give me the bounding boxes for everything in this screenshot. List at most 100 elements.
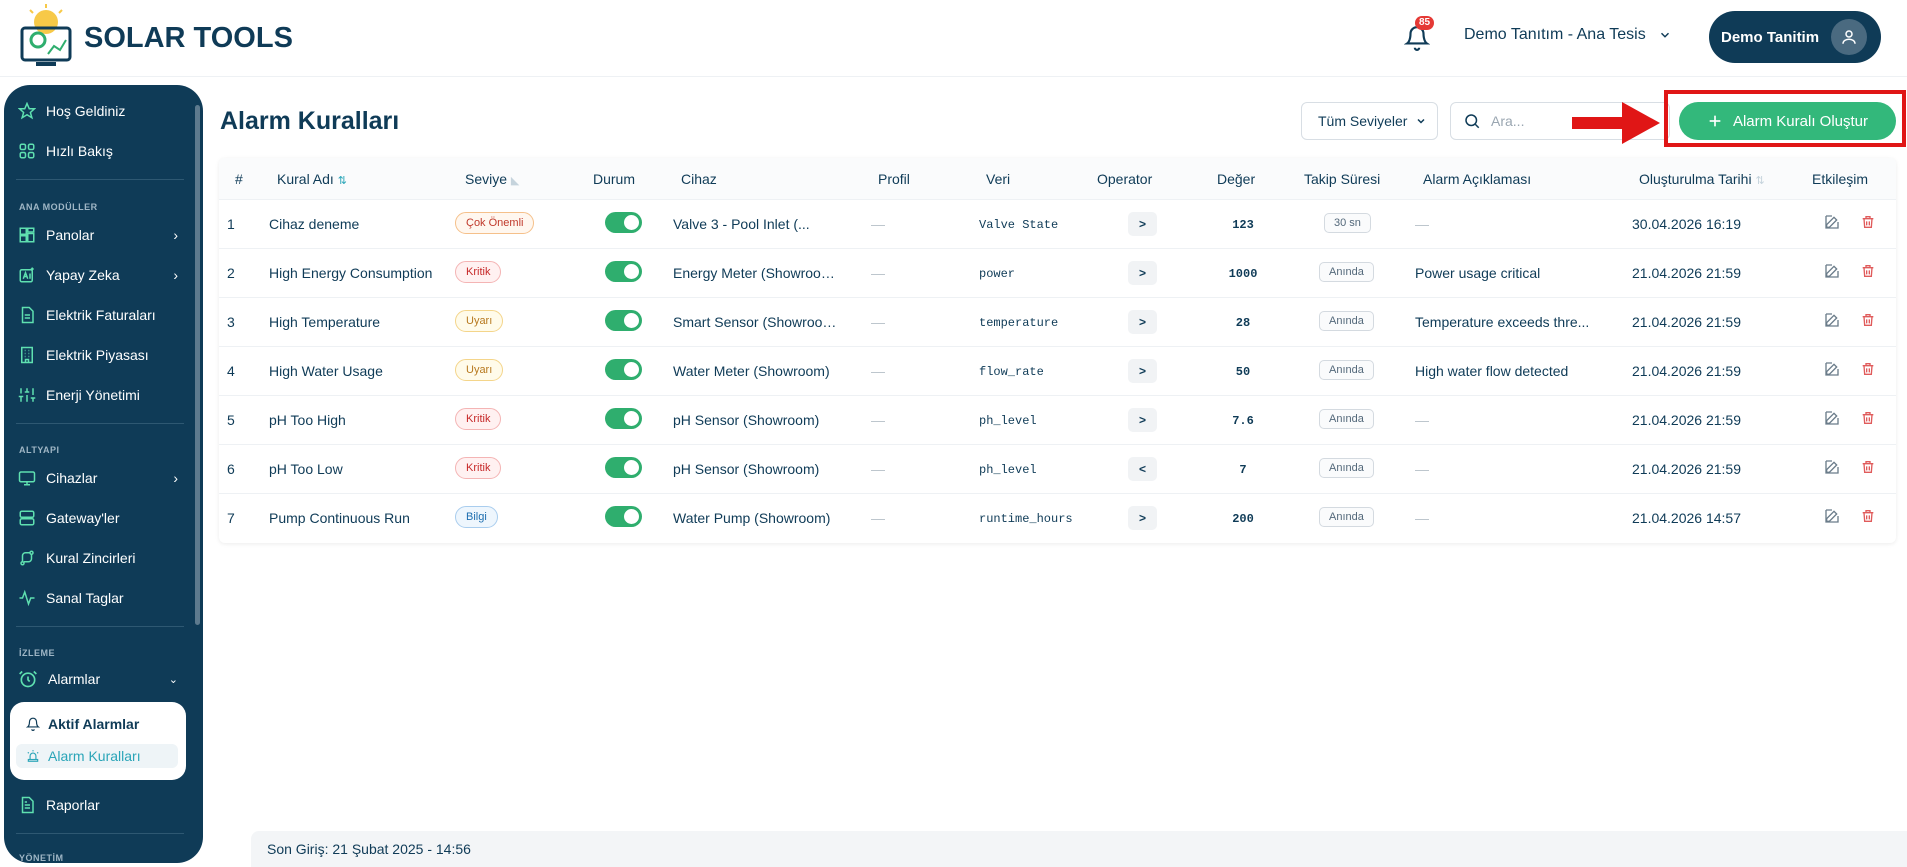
duration-badge: Anında: [1319, 458, 1374, 478]
column-header-created[interactable]: Oluşturulma Tarihi ⇅: [1639, 171, 1765, 187]
sidebar-item-label: Hızlı Bakış: [46, 143, 113, 159]
site-selector-label: Demo Tanıtım - Ana Tesis: [1464, 26, 1646, 43]
duration-badge: Anında: [1319, 507, 1374, 527]
trash-icon: [1862, 510, 1874, 522]
table-row[interactable]: 4 High Water Usage Uyarı Water Meter (Showr…: [219, 347, 1896, 396]
avatar: [1831, 19, 1867, 55]
cell-value: 7.6: [1232, 414, 1254, 428]
duration-badge: Anında: [1319, 360, 1374, 380]
delete-button[interactable]: [1860, 263, 1876, 284]
sidebar-item-gateways[interactable]: Gateway'ler: [18, 509, 178, 527]
table-row[interactable]: 3 High Temperature Uyarı Smart Sensor (Show…: [219, 298, 1896, 347]
cell-name: Pump Continuous Run: [269, 510, 410, 526]
edit-icon: [1825, 460, 1839, 474]
alarm-submenu: Aktif Alarmlar Alarm Kuralları: [10, 702, 186, 780]
edit-button[interactable]: [1824, 214, 1840, 235]
top-bar: SOLAR TOOLS 85 Demo Tanıtım - Ana Tesis …: [0, 0, 1907, 77]
alarm-clock-icon: [19, 670, 37, 688]
cell-description: —: [1415, 510, 1429, 526]
cell-name: High Energy Consumption: [269, 265, 433, 281]
status-toggle[interactable]: [605, 506, 642, 527]
status-toggle[interactable]: [605, 212, 642, 233]
table-row[interactable]: 2 High Energy Consumption Kritik Energy Met…: [219, 249, 1896, 298]
edit-button[interactable]: [1824, 263, 1840, 284]
trash-icon: [1862, 216, 1874, 228]
edit-button[interactable]: [1824, 312, 1840, 333]
column-header-operator: Operator: [1097, 171, 1153, 187]
sidebar-item-raporlar[interactable]: Raporlar: [18, 796, 178, 814]
sort-icon: ⇅: [1755, 175, 1765, 187]
table-row[interactable]: 5 pH Too High Kritik pH Sensor (Showroom) — p…: [219, 396, 1896, 445]
delete-button[interactable]: [1860, 410, 1876, 431]
sidebar-item-label: Sanal Taglar: [46, 590, 124, 606]
delete-button[interactable]: [1860, 508, 1876, 529]
edit-button[interactable]: [1824, 508, 1840, 529]
cell-description: —: [1415, 461, 1429, 477]
table-row[interactable]: 6 pH Too Low Kritik pH Sensor (Showroom) — ph…: [219, 445, 1896, 494]
delete-button[interactable]: [1860, 361, 1876, 382]
column-header-level[interactable]: Seviye ◣: [465, 171, 519, 187]
sidebar-item-sanal-taglar[interactable]: Sanal Taglar: [18, 589, 178, 607]
status-toggle[interactable]: [605, 261, 642, 282]
status-toggle[interactable]: [605, 457, 642, 478]
create-alarm-rule-button[interactable]: Alarm Kuralı Oluştur: [1679, 102, 1896, 140]
table-row[interactable]: 7 Pump Continuous Run Bilgi Water Pump (Sho…: [219, 494, 1896, 543]
status-toggle[interactable]: [605, 359, 642, 380]
sidebar-item-elektrik-faturalari[interactable]: Elektrik Faturaları: [18, 306, 178, 324]
sidebar-item-panolar[interactable]: Panolar ›: [18, 226, 178, 244]
sidebar-item-alarmlar[interactable]: Alarmlar ⌄: [18, 669, 178, 689]
delete-button[interactable]: [1860, 459, 1876, 480]
notifications-button[interactable]: 85: [1403, 16, 1435, 54]
sidebar-subitem-label: Alarm Kuralları: [48, 748, 141, 764]
sidebar-item-label: Panolar: [46, 227, 95, 243]
cell-profile: —: [871, 314, 885, 330]
ai-icon: [19, 267, 34, 283]
level-badge: Kritik: [455, 408, 502, 430]
trash-icon: [1862, 363, 1874, 375]
operator-badge: >: [1128, 359, 1157, 383]
dashboard-icon: [19, 227, 35, 243]
sidebar-item-elektrik-piyasasi[interactable]: Elektrik Piyasası: [18, 346, 178, 364]
user-menu-button[interactable]: Demo Tanitim: [1709, 11, 1881, 63]
sidebar-item-label: Elektrik Faturaları: [46, 307, 156, 323]
user-icon: [1842, 30, 1856, 44]
cell-data: temperature: [979, 316, 1059, 330]
site-selector[interactable]: Demo Tanıtım - Ana Tesis: [1464, 26, 1672, 44]
sidebar-item-hos-geldiniz[interactable]: Hoş Geldiniz: [18, 102, 178, 120]
cell-created-date: 21.04.2026 21:59: [1632, 265, 1741, 281]
cell-no: 7: [227, 510, 235, 526]
edit-button[interactable]: [1824, 459, 1840, 480]
plus-icon: [1709, 115, 1721, 127]
cell-profile: —: [871, 461, 885, 477]
status-toggle[interactable]: [605, 408, 642, 429]
delete-button[interactable]: [1860, 312, 1876, 333]
edit-button[interactable]: [1824, 361, 1840, 382]
delete-button[interactable]: [1860, 214, 1876, 235]
red-arrow-annotation-icon: [1572, 102, 1660, 144]
sidebar-item-cihazlar[interactable]: Cihazlar ›: [18, 469, 178, 487]
cell-created-date: 21.04.2026 21:59: [1632, 314, 1741, 330]
cell-name: pH Too Low: [269, 461, 343, 477]
status-toggle[interactable]: [605, 310, 642, 331]
sidebar-divider: [16, 423, 184, 424]
logo[interactable]: SOLAR TOOLS: [18, 4, 293, 72]
column-header-name[interactable]: Kural Adı ⇅: [277, 171, 347, 187]
sidebar-subitem-alarm-kurallari[interactable]: Alarm Kuralları: [16, 744, 178, 768]
cell-device: pH Sensor (Showroom): [673, 461, 820, 477]
level-badge: Uyarı: [455, 310, 504, 332]
sidebar-subitem-aktif-alarmlar[interactable]: Aktif Alarmlar: [26, 716, 139, 732]
sidebar-item-enerji-yonetimi[interactable]: Enerji Yönetimi: [18, 386, 178, 404]
edit-icon: [1825, 411, 1839, 425]
table-row[interactable]: 1 Cihaz deneme Çok Önemli Valve 3 - Pool In…: [219, 200, 1896, 249]
chevron-down-icon: [1417, 118, 1425, 124]
sidebar-item-yapay-zeka[interactable]: Yapay Zeka ›: [18, 266, 178, 284]
level-filter-select[interactable]: Tüm Seviyeler: [1301, 102, 1438, 140]
sort-icon: ⇅: [337, 175, 347, 187]
sidebar-item-kural-zincirleri[interactable]: Kural Zincirleri: [18, 549, 178, 567]
siren-icon: [27, 750, 39, 762]
sidebar-item-hizli-bakis[interactable]: Hızlı Bakış: [18, 142, 178, 160]
cell-device: Water Meter (Showroom): [673, 363, 830, 379]
cell-no: 3: [227, 314, 235, 330]
sidebar-scrollbar[interactable]: [195, 105, 200, 625]
edit-button[interactable]: [1824, 410, 1840, 431]
